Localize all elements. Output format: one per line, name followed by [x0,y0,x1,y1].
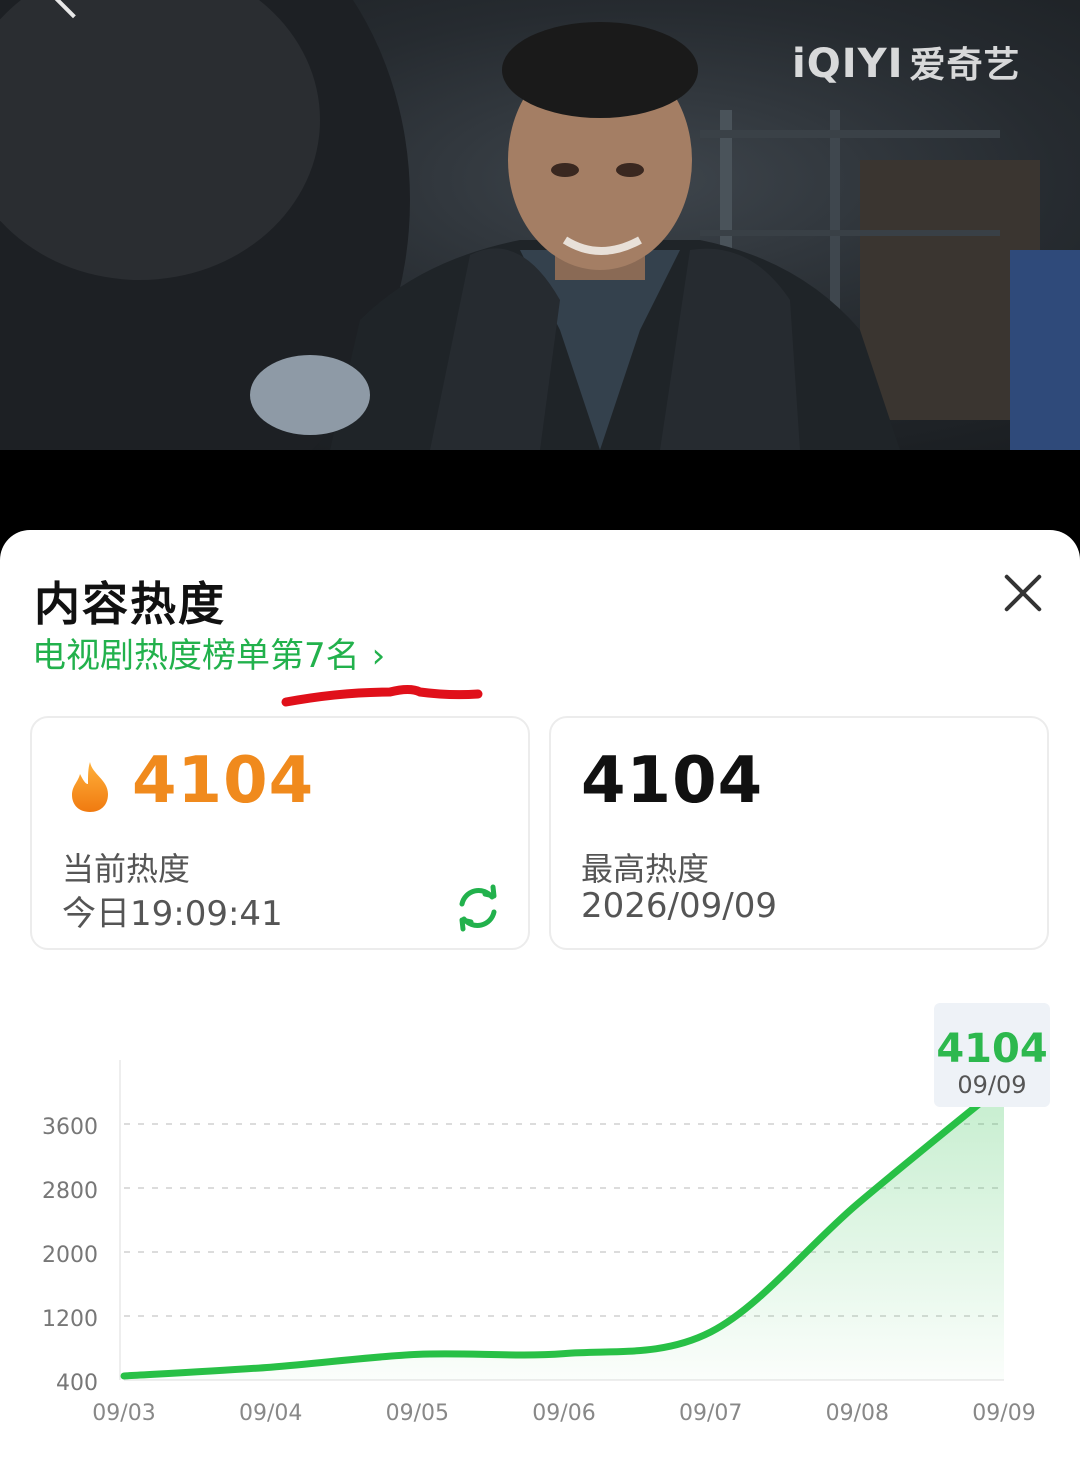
chart-tooltip: 4104 09/09 [934,1003,1050,1107]
x-tick-label: 09/04 [239,1401,302,1426]
y-tick-label: 2800 [42,1179,98,1204]
current-popularity-value: 4104 [132,744,315,818]
iqiyi-logo: iQIYI 爱奇艺 [792,41,1021,87]
y-tick-label: 1200 [42,1307,98,1332]
x-tick-label: 09/03 [92,1401,155,1426]
highest-popularity-label: 最高热度 [581,850,710,888]
x-tick-label: 09/09 [972,1401,1035,1426]
x-tick-label: 09/05 [386,1401,449,1426]
x-tick-label: 09/06 [532,1401,595,1426]
sheet-title: 内容热度 [34,577,226,631]
ranking-link[interactable]: 电视剧热度榜单第7名 › [32,628,385,677]
chevron-right-icon: › [371,636,386,676]
current-popularity-time: 今日19:09:41 [62,894,283,934]
current-popularity-card: 4104 当前热度 今日19:09:41 [30,716,530,950]
refresh-icon[interactable] [452,882,504,934]
x-tick-label: 09/07 [679,1401,742,1426]
highest-popularity-date: 2026/09/09 [581,886,777,926]
highest-popularity-value: 4104 [581,744,764,818]
flame-icon [72,762,108,812]
current-popularity-label: 当前热度 [62,850,191,888]
y-tick-label: 2000 [42,1243,98,1268]
ranking-link-label: 电视剧热度榜单第7名 [32,636,360,676]
tooltip-value: 4104 [936,1026,1048,1072]
highest-popularity-card: 4104 最高热度 2026/09/09 [549,716,1049,950]
series-area [124,1083,1004,1380]
letterbox-bar [0,450,1080,530]
x-tick-label: 09/08 [826,1401,889,1426]
y-tick-label: 400 [56,1371,98,1396]
video-player[interactable]: iQIYI 爱奇艺 [0,0,1080,450]
popularity-trend-chart[interactable]: 400 1200 2000 2800 3600 09/03 09/04 09/05 09/06 0… [0,990,1080,1460]
y-tick-label: 3600 [42,1115,98,1140]
popularity-sheet: 内容热度 电视剧热度榜单第7名 › 4104 当前热度 今日19:09:41 41… [0,530,1080,1464]
red-underline-annotation [281,685,483,707]
close-icon[interactable] [1000,570,1046,616]
tooltip-date: 09/09 [957,1071,1027,1099]
